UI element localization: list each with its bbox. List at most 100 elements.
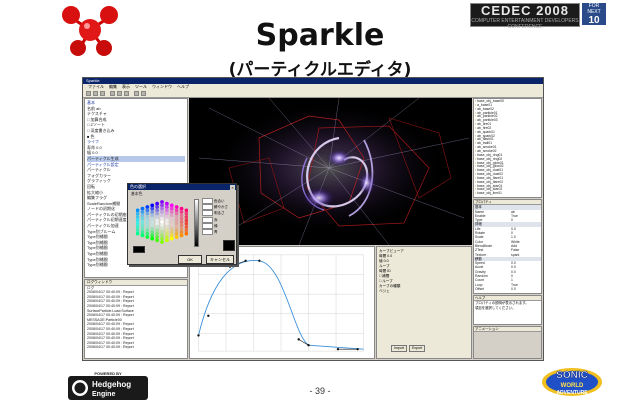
menu-item[interactable]: 編集 (109, 84, 117, 89)
color-cell[interactable] (169, 233, 174, 238)
log-window[interactable]: ログウィンドウ ログ 2008/04/17 00:40:09 : Report 20… (84, 279, 188, 359)
color-cell[interactable] (140, 216, 145, 221)
color-cell[interactable] (155, 221, 160, 226)
color-input-field[interactable] (202, 216, 213, 223)
color-cell[interactable] (169, 230, 174, 234)
color-cell[interactable] (150, 223, 155, 228)
color-cell[interactable] (136, 231, 140, 236)
color-cell[interactable] (150, 236, 155, 241)
color-cell[interactable] (169, 220, 174, 224)
curve-export-button[interactable]: Export (409, 345, 425, 352)
color-cell[interactable] (164, 211, 169, 216)
color-cell[interactable] (169, 213, 174, 218)
color-cell[interactable] (169, 216, 174, 221)
color-cell[interactable] (160, 200, 164, 204)
color-cell[interactable] (184, 208, 188, 213)
color-cell[interactable] (160, 240, 164, 244)
color-cell[interactable] (140, 210, 145, 214)
color-cell[interactable] (184, 221, 188, 226)
curve-prop-row[interactable]: ベジェ (379, 289, 469, 294)
color-cell[interactable] (169, 206, 174, 211)
color-cell[interactable] (150, 210, 155, 214)
color-cell[interactable] (164, 218, 169, 223)
particle-object-tree[interactable]: base_obj_base00a_base01ab_base02ab_parti… (473, 98, 542, 198)
color-cell[interactable] (160, 226, 164, 231)
property-value[interactable]: 0.0 (511, 287, 516, 291)
color-cell[interactable] (179, 213, 184, 218)
color-cell[interactable] (136, 228, 140, 233)
toolbar-copy-button[interactable] (117, 91, 122, 96)
color-cell[interactable] (136, 211, 140, 216)
color-cell[interactable] (140, 220, 145, 224)
color-cell[interactable] (155, 201, 160, 206)
menu-item[interactable]: ウィンドウ (152, 84, 172, 89)
color-cell[interactable] (174, 208, 179, 213)
color-cell[interactable] (160, 210, 164, 214)
property-value[interactable]: 0 (511, 218, 513, 222)
toolbar-new-button[interactable] (86, 91, 91, 96)
color-cell[interactable] (160, 230, 164, 234)
color-cell[interactable] (184, 218, 188, 223)
color-cell[interactable] (164, 235, 169, 239)
color-cell[interactable] (169, 226, 174, 231)
menu-item[interactable]: ヘルプ (177, 84, 189, 89)
anim-prev-icon[interactable]: ◀ (483, 360, 489, 361)
color-cell[interactable] (160, 233, 164, 238)
color-cell[interactable] (150, 216, 155, 221)
property-value[interactable]: spark (511, 253, 519, 257)
color-cell[interactable] (140, 206, 145, 211)
property-grid[interactable]: プロパティ 基本 Name ab Enable True Type 0 詳細 Life 0.0 Ro… (473, 199, 542, 294)
color-cell[interactable] (160, 220, 164, 224)
color-cell[interactable] (155, 238, 160, 243)
color-cell[interactable] (155, 218, 160, 223)
menu-item[interactable]: 表示 (122, 84, 130, 89)
color-cell[interactable] (164, 221, 169, 226)
color-cell[interactable] (164, 201, 169, 206)
anim-next-icon[interactable]: ▶| (497, 360, 503, 361)
color-cell[interactable] (179, 216, 184, 221)
toolbar-open-button[interactable] (93, 91, 98, 96)
color-cell[interactable] (136, 221, 140, 226)
color-cell[interactable] (155, 205, 160, 209)
color-cell[interactable] (150, 206, 155, 211)
color-cell[interactable] (164, 228, 169, 233)
curve-properties-panel[interactable]: カーブビューア 時間 0.0 値 0.0 ループ 時間 ID □ 補間 □ ループ カーブの種… (376, 246, 472, 359)
color-cell[interactable] (155, 235, 160, 239)
color-input-field[interactable] (202, 210, 213, 217)
color-cell[interactable] (174, 235, 179, 239)
color-cell[interactable] (150, 226, 155, 231)
color-cell[interactable] (164, 231, 169, 236)
color-cell[interactable] (164, 238, 169, 243)
color-cell[interactable] (145, 218, 150, 223)
color-cell[interactable] (169, 203, 174, 208)
color-cell[interactable] (174, 215, 179, 219)
color-cell[interactable] (140, 233, 145, 238)
color-cell[interactable] (145, 211, 150, 216)
color-cell[interactable] (179, 233, 184, 238)
color-cell[interactable] (140, 223, 145, 228)
brightness-slider[interactable] (194, 199, 199, 247)
color-cell[interactable] (179, 230, 184, 234)
toolbar-play-button[interactable] (134, 91, 139, 96)
color-cell[interactable] (145, 235, 150, 239)
color-cell[interactable] (160, 203, 164, 208)
color-cell[interactable] (164, 225, 169, 229)
color-cell[interactable] (150, 213, 155, 218)
property-row[interactable]: Offset 0.0 (474, 287, 541, 291)
menu-item[interactable]: ファイル (88, 84, 104, 89)
color-cell[interactable] (145, 228, 150, 233)
curve-import-button[interactable]: Import (391, 345, 407, 352)
color-cell[interactable] (174, 211, 179, 216)
color-input-field[interactable] (202, 222, 213, 229)
toolbar-cut-button[interactable] (110, 91, 115, 96)
color-cell[interactable] (136, 218, 140, 223)
color-cell[interactable] (155, 231, 160, 236)
color-cell[interactable] (136, 208, 140, 213)
ok-button[interactable]: OK (178, 255, 202, 264)
cancel-button[interactable]: キャンセル (206, 255, 234, 264)
color-cell[interactable] (155, 225, 160, 229)
color-cell[interactable] (184, 225, 188, 229)
color-cell[interactable] (174, 225, 179, 229)
toolbar-stop-button[interactable] (141, 91, 146, 96)
color-cell[interactable] (184, 228, 188, 233)
